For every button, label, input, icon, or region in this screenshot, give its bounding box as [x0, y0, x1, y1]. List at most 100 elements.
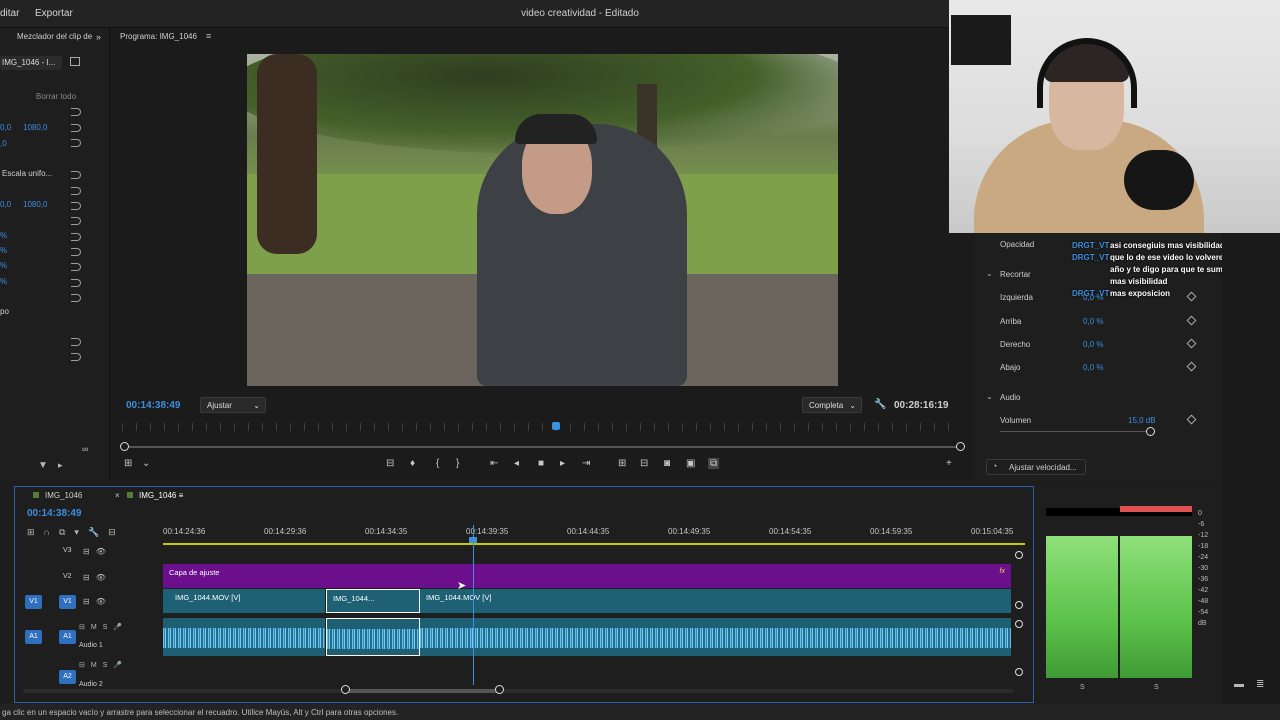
- keyframe-icon[interactable]: [1186, 291, 1197, 302]
- horizontal-scroll-thumb[interactable]: [345, 689, 500, 693]
- reset-icon[interactable]: [71, 124, 81, 132]
- reset-icon[interactable]: [71, 279, 81, 287]
- crop-bottom-value[interactable]: 0,0 %: [1083, 363, 1103, 372]
- mark-out-icon[interactable]: }: [456, 458, 459, 469]
- track-toggle-icons[interactable]: ⊟👁: [83, 547, 112, 556]
- list-view-icon[interactable]: ≣: [1256, 679, 1264, 690]
- chevron-down-icon[interactable]: ⌄: [142, 458, 150, 469]
- tab-sequence-1[interactable]: IMG_1046: [33, 491, 82, 500]
- lift-icon[interactable]: ⊞: [618, 458, 626, 469]
- vertical-scroll-handle[interactable]: [1015, 668, 1023, 676]
- keyframe-icon[interactable]: [1186, 361, 1197, 372]
- quality-dropdown[interactable]: Completa ⌄: [802, 397, 862, 413]
- step-back-icon[interactable]: ◂: [514, 458, 519, 469]
- reset-icon[interactable]: [71, 217, 81, 225]
- playhead-line[interactable]: [473, 525, 474, 685]
- playhead-marker[interactable]: [552, 422, 560, 430]
- keyframe-icon[interactable]: [1186, 315, 1197, 326]
- reset-icon[interactable]: [71, 248, 81, 256]
- solo-button-left[interactable]: S: [1080, 684, 1085, 691]
- adjustment-layer-clip[interactable]: Capa de ajuste fx: [163, 564, 1011, 588]
- marker-icon[interactable]: ♦: [410, 458, 415, 469]
- value[interactable]: %: [0, 261, 7, 270]
- wrench-icon[interactable]: 🔧: [874, 399, 886, 410]
- track-v3[interactable]: V3: [63, 547, 72, 554]
- scroll-handle-right[interactable]: [956, 442, 965, 451]
- source-v1[interactable]: V1: [25, 595, 42, 609]
- chevron-right-icon[interactable]: »: [96, 32, 101, 42]
- value-y[interactable]: 1080,0: [23, 200, 47, 209]
- fit-dropdown[interactable]: Ajustar ⌄: [200, 397, 266, 413]
- video-clip[interactable]: IMG_1044.MOV [V]: [163, 589, 325, 613]
- reset-icon[interactable]: [71, 233, 81, 241]
- value[interactable]: %: [0, 246, 7, 255]
- audio-track-controls[interactable]: ⊟MS🎤: [79, 661, 128, 669]
- reset-icon[interactable]: [71, 171, 81, 179]
- vertical-scroll-handle[interactable]: [1015, 601, 1023, 609]
- panel-icon[interactable]: [70, 57, 80, 66]
- menu-icon[interactable]: ≡: [206, 31, 211, 41]
- tab-sequence-2[interactable]: IMG_1046 ≡: [127, 491, 183, 500]
- reset-icon[interactable]: [71, 263, 81, 271]
- go-to-in-icon[interactable]: ⇤: [490, 458, 498, 469]
- compare-icon[interactable]: ▣: [686, 458, 695, 469]
- audio-section[interactable]: Audio: [1000, 393, 1020, 402]
- reset-icon[interactable]: [71, 108, 81, 116]
- stop-icon[interactable]: ■: [538, 458, 544, 469]
- chevron-down-icon[interactable]: ⌄: [986, 269, 993, 278]
- crop-section[interactable]: Recortar: [1000, 270, 1031, 279]
- reset-icon[interactable]: [71, 202, 81, 210]
- program-title[interactable]: Programa: IMG_1046: [120, 32, 197, 41]
- clip-indicator[interactable]: [1120, 506, 1192, 512]
- reset-icon[interactable]: [71, 294, 81, 302]
- track-toggle-icons[interactable]: ⊟👁: [83, 597, 112, 606]
- go-to-out-icon[interactable]: ⇥: [582, 458, 590, 469]
- value-y[interactable]: 1080,0: [23, 123, 47, 132]
- add-button-icon[interactable]: +: [946, 458, 952, 469]
- adjust-speed-button[interactable]: Ajustar velocidad...: [986, 459, 1086, 475]
- volume-value[interactable]: 15,0 dB: [1128, 416, 1156, 425]
- keyframe-icon[interactable]: [1186, 338, 1197, 349]
- overwrite-icon[interactable]: ⊟: [640, 458, 648, 469]
- tab-clip-mixer[interactable]: Mezclador del clip de: [17, 32, 92, 41]
- close-icon[interactable]: ×: [115, 491, 120, 500]
- audio-track-controls[interactable]: ⊟MS🎤: [79, 623, 128, 631]
- safe-margins-icon[interactable]: ⊞: [124, 458, 132, 469]
- value-x[interactable]: 0,0: [0, 123, 11, 132]
- track-v2[interactable]: V2: [63, 573, 72, 580]
- scroll-handle-left[interactable]: [341, 685, 350, 694]
- video-clip[interactable]: IMG_1044.MOV [V]: [420, 589, 1011, 613]
- vertical-scroll-handle[interactable]: [1015, 620, 1023, 628]
- work-area-bar[interactable]: [163, 543, 1025, 545]
- reset-icon[interactable]: [71, 187, 81, 195]
- camera-icon[interactable]: ◙: [664, 458, 670, 469]
- video-clip-selected[interactable]: IMG_1044...: [326, 589, 420, 613]
- extract-icon[interactable]: ⊟: [386, 458, 394, 469]
- filter-icon[interactable]: ▼: [38, 460, 48, 471]
- volume-slider-handle[interactable]: [1146, 427, 1155, 436]
- tool-icons[interactable]: ⊞∩⧉▾🔧⊟: [27, 527, 125, 538]
- audio-clip[interactable]: [163, 618, 325, 656]
- scroll-handle-left[interactable]: [120, 442, 129, 451]
- step-forward-icon[interactable]: ▸: [560, 458, 565, 469]
- audio-clip-selected[interactable]: [326, 618, 420, 656]
- horizontal-scrollbar[interactable]: [23, 689, 1013, 693]
- play-icon[interactable]: ▸: [58, 460, 63, 471]
- value[interactable]: ,0: [0, 139, 7, 148]
- source-a1[interactable]: A1: [25, 630, 42, 644]
- multicam-icon[interactable]: ⧉: [708, 458, 720, 469]
- reset-icon[interactable]: [71, 353, 81, 361]
- reset-icon[interactable]: [71, 338, 81, 346]
- scroll-handle-right[interactable]: [495, 685, 504, 694]
- track-toggle-icons[interactable]: ⊟👁: [83, 573, 112, 582]
- keyframe-icon[interactable]: [1186, 414, 1197, 425]
- crop-top-value[interactable]: 0,0 %: [1083, 317, 1103, 326]
- chevron-down-icon[interactable]: ⌄: [986, 392, 993, 401]
- volume-slider[interactable]: [1000, 431, 1150, 432]
- value-x[interactable]: 0,0: [0, 200, 11, 209]
- value[interactable]: %: [0, 277, 7, 286]
- timeline-timecode[interactable]: 00:14:38:49: [27, 508, 81, 519]
- reset-icon[interactable]: [71, 139, 81, 147]
- track-v1[interactable]: V1: [59, 595, 76, 609]
- clip-selector[interactable]: IMG_1046 - I...: [0, 56, 62, 70]
